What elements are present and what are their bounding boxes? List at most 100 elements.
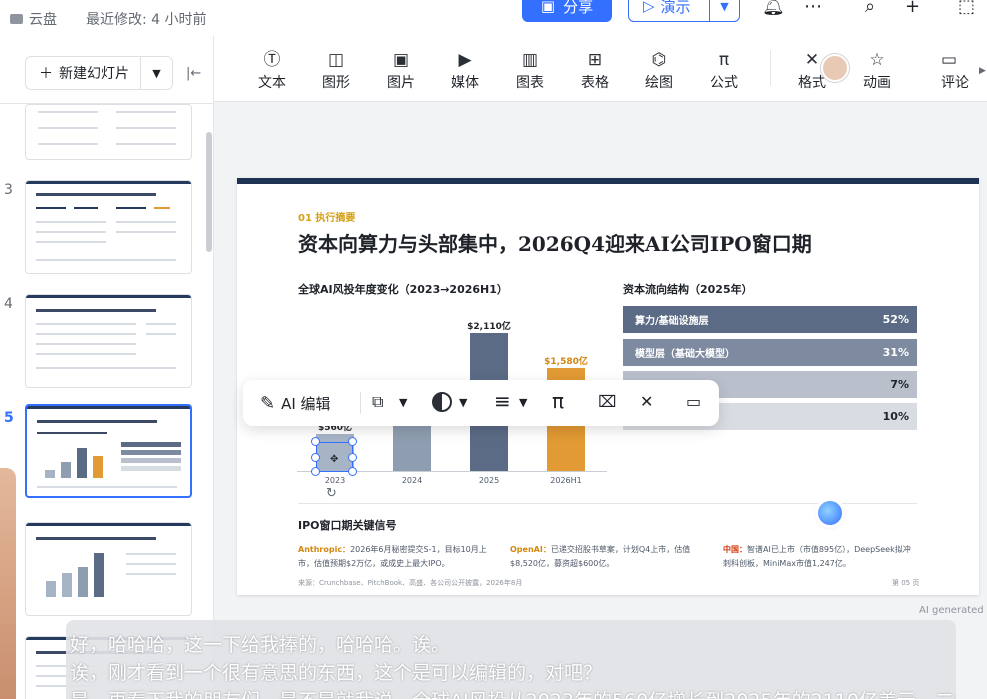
- slide-number-active: 5: [4, 410, 14, 426]
- floating-toolbar: ✎ AI 编辑 ⧉ ▼ ▼ ≡ ▼ π ⌧ ✕ ▭: [243, 380, 719, 426]
- line-style-icon[interactable]: ≡: [494, 389, 511, 413]
- tool-text[interactable]: Ⓣ 文本: [247, 50, 297, 92]
- scrollbar[interactable]: [206, 132, 212, 252]
- more-icon[interactable]: ⋯: [804, 0, 822, 17]
- flow-value: 52%: [882, 313, 909, 326]
- shape-icon: ◫: [327, 50, 345, 70]
- share-button[interactable]: ▣ 分享: [522, 0, 612, 22]
- insert-toolbar: Ⓣ 文本 ◫ 图形 ▣ 图片 ▶ 媒体 ▥ 图表 ⊞ 表格 ⌬ 绘图 π 公式 …: [214, 36, 987, 102]
- location-label: 云盘: [29, 12, 57, 28]
- bell-icon[interactable]: 🔔︎: [762, 0, 785, 17]
- flow-bar[interactable]: 算力/基础设施层 52%: [623, 306, 917, 333]
- tool-formula[interactable]: π 公式: [699, 50, 749, 92]
- flow-label: 模型层（基础大模型）: [635, 349, 735, 360]
- open-external-icon[interactable]: ⬚: [958, 0, 975, 17]
- avatar[interactable]: [821, 54, 849, 82]
- plus-icon: ＋: [39, 66, 53, 82]
- new-slide-main[interactable]: ＋ 新建幻灯片: [26, 63, 140, 83]
- ipo-item-openai: OpenAI：已递交招股书草案，计划Q4上市，估值$8,520亿，募资超$600…: [510, 545, 691, 568]
- resize-handle[interactable]: [348, 467, 357, 476]
- fill-color-icon[interactable]: [432, 392, 452, 416]
- slide-number: 4: [4, 296, 13, 312]
- resize-handle[interactable]: [311, 453, 320, 462]
- present-main[interactable]: ▷ 演示: [629, 0, 709, 17]
- slide-header-bar: [237, 178, 979, 184]
- comment-icon: ▭: [941, 50, 958, 70]
- resize-handle[interactable]: [348, 453, 357, 462]
- ai-pen-icon: ✎: [260, 393, 276, 414]
- flow-title: 资本流向结构（2025年）: [623, 283, 753, 296]
- slide-thumbnail-3[interactable]: [25, 180, 192, 274]
- chevron-down-icon[interactable]: ▼: [141, 67, 172, 80]
- add-icon[interactable]: +: [905, 0, 920, 17]
- move-icon[interactable]: ✥: [330, 454, 338, 465]
- resize-handle[interactable]: [348, 437, 357, 446]
- tool-draw[interactable]: ⌬ 绘图: [634, 50, 684, 92]
- tool-comment[interactable]: ▭ 评论: [941, 50, 981, 92]
- draw-icon: ⌬: [651, 50, 667, 70]
- tool-shape[interactable]: ◫ 图形: [311, 50, 361, 92]
- ai-generated-label: AI generated: [919, 605, 984, 616]
- subtitle-line: 好，哈哈哈，这一下给我捧的，哈哈哈。诶。: [70, 634, 451, 656]
- scroll-right-icon[interactable]: ▶: [979, 66, 986, 76]
- flow-value: 10%: [882, 410, 909, 423]
- play-icon: ▷: [643, 0, 655, 15]
- page-number: 第 05 页: [892, 579, 920, 587]
- shape-style-icon[interactable]: ⧉: [372, 392, 383, 412]
- category-label: 2024: [401, 476, 423, 485]
- top-bar: 云盘 最近修改: 4 小时前 ▣ 分享 ▷ 演示 ▼ 🔔︎ ⋯ ⌕ + ⬚: [0, 0, 987, 36]
- rotate-icon[interactable]: ↻: [326, 486, 337, 501]
- chevron-down-icon[interactable]: ▼: [519, 396, 527, 409]
- slide-thumbnail-5[interactable]: [25, 404, 192, 498]
- flow-value: 31%: [882, 346, 909, 359]
- chevron-down-icon[interactable]: ▼: [399, 396, 407, 409]
- subtitle-line: 是，再看下我的朋友们，是不是就我说，全球AI风投从2023年的560亿增长到20…: [70, 686, 956, 699]
- ai-assistant-icon[interactable]: [818, 501, 842, 525]
- search-icon[interactable]: ⌕: [865, 0, 875, 17]
- chart-title: 全球AI风投年度变化（2023→2026H1）: [298, 283, 508, 296]
- bar-value-label: $1,580亿: [544, 356, 588, 367]
- media-icon: ▶: [458, 50, 472, 70]
- clear-format-icon[interactable]: ✕: [640, 392, 653, 411]
- divider: [770, 50, 771, 86]
- collapse-panel-icon[interactable]: |←: [186, 66, 201, 81]
- resize-handle[interactable]: [311, 467, 320, 476]
- table-icon: ⊞: [587, 50, 603, 70]
- format-painter-icon[interactable]: ⌧: [598, 392, 616, 411]
- last-modified: 最近修改: 4 小时前: [86, 12, 207, 28]
- tool-table[interactable]: ⊞ 表格: [570, 50, 620, 92]
- category-label: 2025: [478, 476, 500, 485]
- flow-label: 算力/基础设施层: [635, 316, 709, 327]
- tool-media[interactable]: ▶ 媒体: [440, 50, 490, 92]
- tool-chart[interactable]: ▥ 图表: [505, 50, 555, 92]
- bar-value-label: $2,110亿: [467, 322, 511, 333]
- category-label: 2023: [324, 476, 346, 485]
- slide-thumbnail-6[interactable]: [25, 522, 192, 616]
- slide-thumbnail-4[interactable]: [25, 294, 192, 388]
- image-icon: ▣: [392, 50, 410, 70]
- slide-panel: ＋ 新建幻灯片 ▼ |← 3 4 5: [0, 36, 214, 699]
- ai-edit-button[interactable]: ✎ AI 编辑: [260, 393, 331, 414]
- ipo-title: IPO窗口期关键信号: [298, 519, 397, 532]
- flow-bar[interactable]: 模型层（基础大模型） 31%: [623, 339, 917, 366]
- formula-icon: π: [718, 50, 730, 70]
- flow-value: 7%: [890, 378, 909, 391]
- chevron-down-icon[interactable]: ▼: [710, 0, 739, 13]
- breadcrumb[interactable]: 云盘: [10, 9, 57, 29]
- new-slide-button[interactable]: ＋ 新建幻灯片 ▼: [25, 56, 173, 90]
- formula-icon[interactable]: π: [552, 389, 564, 413]
- present-button[interactable]: ▷ 演示 ▼: [628, 0, 740, 22]
- subtitle-line: 诶，刚才看到一个很有意思的东西，这个是可以编辑的，对吧？: [70, 662, 603, 684]
- chevron-down-icon[interactable]: ▼: [459, 396, 467, 409]
- resize-handle[interactable]: [311, 437, 320, 446]
- comment-icon[interactable]: ▭: [686, 392, 701, 411]
- slide-title[interactable]: 资本向算力与头部集中，2026Q4迎来AI公司IPO窗口期: [298, 228, 812, 257]
- tool-image[interactable]: ▣ 图片: [376, 50, 426, 92]
- source-note: 来源：Crunchbase、PitchBook、高盛、各公司公开披露，2026年…: [298, 579, 523, 587]
- tool-animation[interactable]: ☆ 动画: [852, 50, 902, 92]
- slide-thumbnail-2[interactable]: [25, 104, 192, 160]
- ipo-item-china: 中国：智谱AI已上市（市值895亿），DeepSeek拟冲刺科创板，MiniMa…: [723, 545, 911, 568]
- animation-icon: ☆: [869, 50, 885, 70]
- text-icon: Ⓣ: [263, 50, 281, 70]
- ipo-item-anthropic: Anthropic：2026年6月秘密提交S-1，目标10月上市，估值预期$2万…: [298, 545, 487, 568]
